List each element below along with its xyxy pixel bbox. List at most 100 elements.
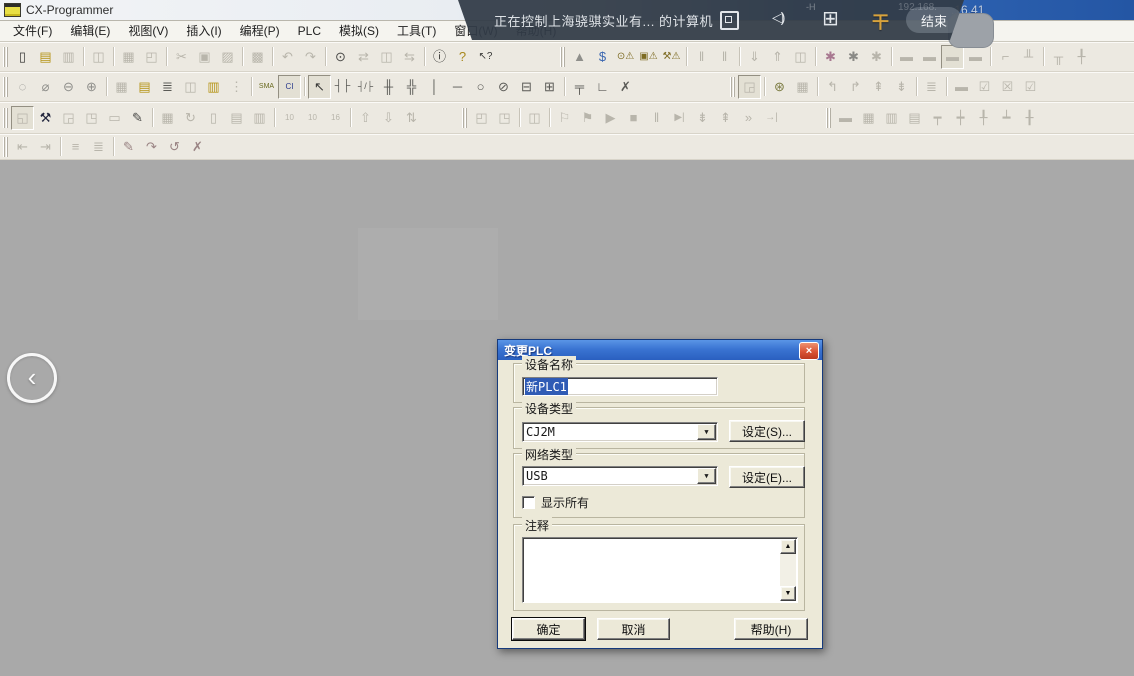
online-edit-cancel-button[interactable]: ✱ <box>865 45 888 69</box>
window-float-button[interactable]: ▭ <box>103 106 126 130</box>
pause-monitoring-button[interactable]: ⚐ <box>553 106 576 130</box>
zoom-tiny-button[interactable]: ◌ <box>11 75 34 99</box>
display-decimal-button[interactable]: 10 <box>278 106 301 130</box>
split-window-icon[interactable]: ⊞ <box>822 6 839 31</box>
build-options-button[interactable]: ▦ <box>791 75 814 99</box>
find-online-button[interactable]: ⊙⚠ <box>614 45 637 69</box>
rung-flag-button[interactable]: ≣ <box>87 135 110 159</box>
paste-button[interactable]: ▨ <box>216 45 239 69</box>
zoom-in-button[interactable]: ⊕ <box>80 75 103 99</box>
window-workspace-button[interactable]: ◱ <box>11 106 34 130</box>
select-tool-button[interactable]: ↖ <box>308 75 331 99</box>
redo-button[interactable]: ↷ <box>299 45 322 69</box>
menu-item-plc[interactable]: PLC <box>289 22 330 40</box>
instruction-button[interactable]: ⊟ <box>515 75 538 99</box>
menu-item-edit[interactable]: 编辑(E) <box>61 20 119 41</box>
data-trace-button[interactable]: ╥ <box>1047 45 1070 69</box>
close-button[interactable]: × <box>799 342 819 360</box>
find-button[interactable]: ⊙ <box>329 45 352 69</box>
new-project-button[interactable]: ▯ <box>11 45 34 69</box>
network-type-select[interactable]: USB ▼ <box>522 466 718 486</box>
online-edit-send-button[interactable]: ✱ <box>842 45 865 69</box>
contact-closed-button[interactable]: ┤/├ <box>354 75 377 99</box>
invert-fb-button[interactable]: ╤ <box>568 75 591 99</box>
pause-button[interactable]: ‖ <box>713 45 736 69</box>
help-button[interactable]: ? <box>451 45 474 69</box>
coil-open-button[interactable]: ○ <box>469 75 492 99</box>
open-project-button[interactable]: ▤ <box>34 45 57 69</box>
watch-window-button[interactable]: ▤ <box>225 106 248 130</box>
grid-toggle-button[interactable]: ▦ <box>110 75 133 99</box>
io-table-button[interactable]: ▬ <box>834 106 857 130</box>
rung-wrap-button[interactable]: ≣ <box>920 75 943 99</box>
comment-scrollbar[interactable]: ▲ ▼ <box>780 539 796 601</box>
symbol-list-button[interactable]: ≣ <box>156 75 179 99</box>
window-sync-button[interactable]: ◫ <box>179 75 202 99</box>
sim-to-end-button[interactable]: →| <box>760 106 783 130</box>
fullscreen-icon[interactable] <box>720 11 739 30</box>
line-delete-button[interactable]: ✗ <box>614 75 637 99</box>
delete-rung-button[interactable]: ↱ <box>844 75 867 99</box>
pin-handle-icon[interactable]: -H <box>806 2 816 12</box>
outdent-button[interactable]: ⇤ <box>11 135 34 159</box>
toggle-rung-button[interactable]: ⇟ <box>890 75 913 99</box>
rung-list-button[interactable]: ≡ <box>64 135 87 159</box>
mark-next-button[interactable]: ↷ <box>140 135 163 159</box>
auto-online-button[interactable]: $ <box>591 45 614 69</box>
horizontal-line-button[interactable]: ─ <box>446 75 469 99</box>
scroll-up-button[interactable]: ▲ <box>780 539 796 554</box>
memory-view-button[interactable]: ▥ <box>248 106 271 130</box>
undo-button[interactable]: ↶ <box>276 45 299 69</box>
mark-clear-button[interactable]: ✗ <box>186 135 209 159</box>
ladder-view-button[interactable]: CI <box>278 75 301 99</box>
program-check-button[interactable]: ◲ <box>738 75 761 99</box>
menu-item-program[interactable]: 编程(P) <box>231 20 289 41</box>
ladder-sym-2-button[interactable]: ┿ <box>949 106 972 130</box>
tree-view-button[interactable]: ⋮ <box>225 75 248 99</box>
sim-stop-button[interactable]: ■ <box>622 106 645 130</box>
function-block-button[interactable]: ⊞ <box>538 75 561 99</box>
monitor-view-1-button[interactable]: ▬ <box>895 45 918 69</box>
window-output-button[interactable]: ◲ <box>57 106 80 130</box>
context-help-button[interactable]: ↖? <box>474 45 497 69</box>
output-window-button[interactable]: ▯ <box>202 106 225 130</box>
cycle-time-button[interactable]: ╀ <box>1070 45 1093 69</box>
time-chart-button[interactable]: ╨ <box>1017 45 1040 69</box>
print-preview-button[interactable]: ◰ <box>140 45 163 69</box>
sim-step-in-button[interactable]: ⇟ <box>691 106 714 130</box>
display-hex-button[interactable]: 16 <box>324 106 347 130</box>
download-to-plc-button[interactable]: ◰ <box>470 106 493 130</box>
sheet-tick-button[interactable]: ☑ <box>1019 75 1042 99</box>
force-cancel-button[interactable]: ⇅ <box>400 106 423 130</box>
menu-item-view[interactable]: 视图(V) <box>119 20 177 41</box>
device-name-input[interactable]: 新PLC1 <box>522 377 718 396</box>
sim-step-over-button[interactable]: ⇞ <box>714 106 737 130</box>
cut-button[interactable]: ✂ <box>170 45 193 69</box>
help-button[interactable]: 帮助(H) <box>734 618 808 640</box>
contact-open-button[interactable]: ┤├ <box>331 75 354 99</box>
partial-transfer-button[interactable]: ◫ <box>523 106 546 130</box>
mnemonics-view-button[interactable]: SMA <box>255 75 278 99</box>
indent-button[interactable]: ⇥ <box>34 135 57 159</box>
show-all-checkbox[interactable] <box>522 496 535 509</box>
change-all-button[interactable]: ⇆ <box>398 45 421 69</box>
chevron-down-icon[interactable]: ▼ <box>697 424 716 440</box>
comment-block-button[interactable]: ▬ <box>950 75 973 99</box>
monitor-view-4-button[interactable]: ▬ <box>964 45 987 69</box>
menu-item-file[interactable]: 文件(F) <box>4 20 61 41</box>
address-reference-button[interactable]: ↻ <box>179 106 202 130</box>
zoom-cut-button[interactable]: ⌀ <box>34 75 57 99</box>
pushpin-icon[interactable]: 干 <box>872 8 889 33</box>
network-type-settings-button[interactable]: 设定(E)... <box>729 466 805 488</box>
ladder-sym-4-button[interactable]: ┷ <box>995 106 1018 130</box>
vertical-line-button[interactable]: │ <box>423 75 446 99</box>
sim-step-run-button[interactable]: ▶| <box>668 106 691 130</box>
resume-monitoring-button[interactable]: ⚑ <box>576 106 599 130</box>
properties-button[interactable]: ✎ <box>126 106 149 130</box>
copy-button[interactable]: ▣ <box>193 45 216 69</box>
ladder-sym-1-button[interactable]: ┯ <box>926 106 949 130</box>
io-monitor-button[interactable]: ▤ <box>903 106 926 130</box>
compile-project-button[interactable]: ⚒ <box>34 106 57 130</box>
coil-closed-button[interactable]: ⊘ <box>492 75 515 99</box>
monitor-view-3-button[interactable]: ▬ <box>941 45 964 69</box>
